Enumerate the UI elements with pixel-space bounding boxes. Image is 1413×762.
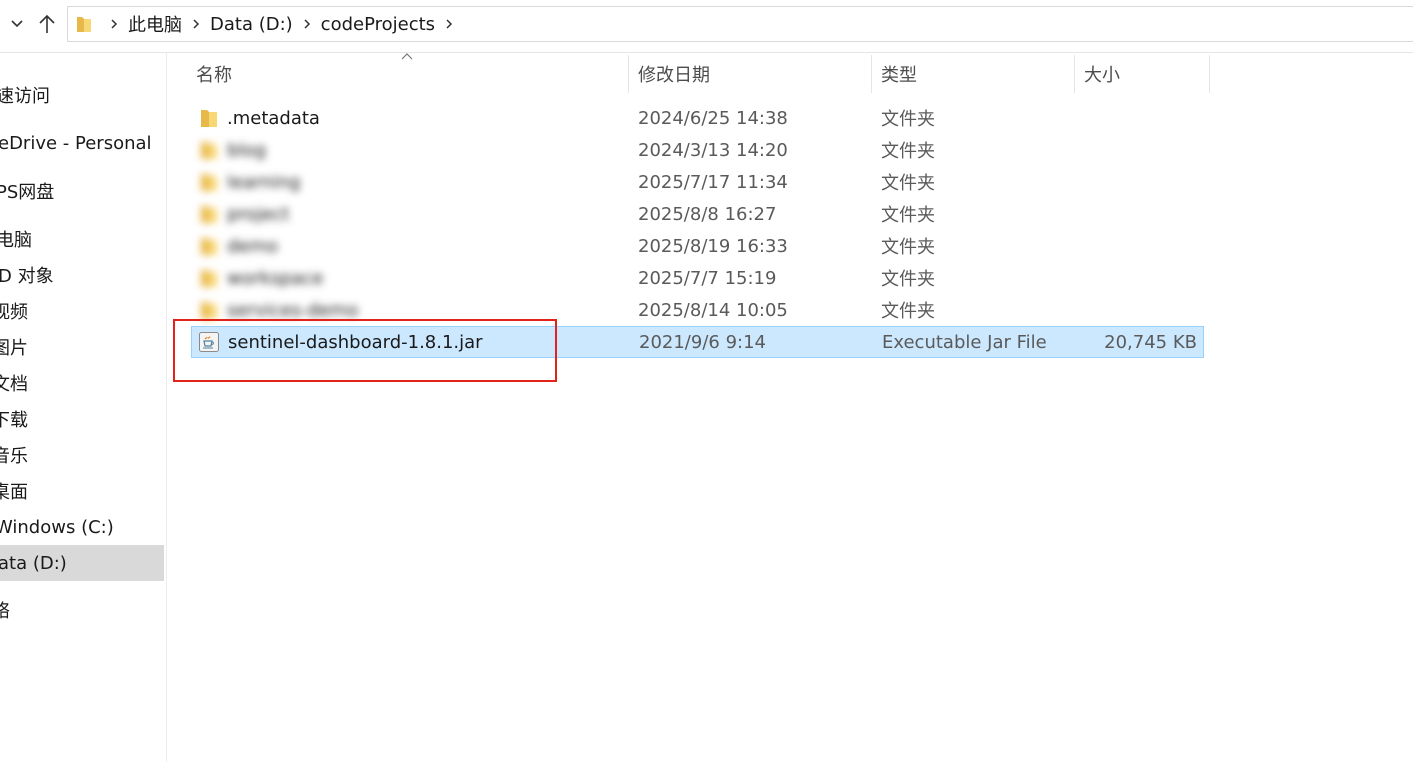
sidebar-item-downloads[interactable]: 下载 xyxy=(0,403,164,435)
sidebar-item-label: 速访问 xyxy=(0,86,50,107)
chevron-right-icon[interactable] xyxy=(439,14,459,34)
file-type: Executable Jar File xyxy=(882,331,1047,353)
sidebar-item-music[interactable]: 音乐 xyxy=(0,439,164,471)
column-header-label: 大小 xyxy=(1084,65,1120,86)
sidebar-item-network[interactable]: 络 xyxy=(0,594,164,626)
sidebar-item-quick-access[interactable]: 速访问 xyxy=(0,79,164,111)
column-resize-handle[interactable] xyxy=(628,55,629,93)
list-item[interactable]: blog 2024/3/13 14:20 文件夹 xyxy=(191,134,1204,166)
column-resize-handle[interactable] xyxy=(1209,55,1210,93)
sidebar-item-label: 下载 xyxy=(0,410,28,431)
sidebar-item-label: 视频 xyxy=(0,302,28,323)
file-date: 2025/7/17 11:34 xyxy=(638,171,788,193)
sidebar-item-label: 电脑 xyxy=(0,230,32,251)
sidebar-item-videos[interactable]: 视频 xyxy=(0,295,164,327)
list-item[interactable]: .metadata 2024/6/25 14:38 文件夹 xyxy=(191,102,1204,134)
column-header-label: 名称 xyxy=(196,65,232,86)
sidebar-item-label: 络 xyxy=(0,601,10,622)
chevron-right-icon[interactable] xyxy=(186,14,206,34)
file-date: 2025/8/8 16:27 xyxy=(638,203,777,225)
list-item[interactable]: learning 2025/7/17 11:34 文件夹 xyxy=(191,166,1204,198)
file-name: services-demo xyxy=(227,299,359,321)
sidebar-item-label: D 对象 xyxy=(0,266,54,287)
file-name: demo xyxy=(227,235,279,257)
sidebar-item-documents[interactable]: 文档 xyxy=(0,367,164,399)
folder-icon xyxy=(201,110,217,127)
list-item[interactable]: services-demo 2025/8/14 10:05 文件夹 xyxy=(191,294,1204,326)
address-bar[interactable]: 此电脑 Data (D:) codeProjects xyxy=(67,6,1413,42)
file-name: .metadata xyxy=(227,107,320,129)
file-type: 文件夹 xyxy=(881,301,935,322)
sidebar-item-label: 音乐 xyxy=(0,446,28,467)
folder-icon xyxy=(201,142,217,159)
sidebar-item-this-pc[interactable]: 电脑 xyxy=(0,223,164,255)
column-header-size[interactable]: 大小 xyxy=(1084,55,1204,93)
column-header-name[interactable]: 名称 xyxy=(196,55,626,93)
file-type: 文件夹 xyxy=(881,269,935,290)
list-item[interactable]: project 2025/8/8 16:27 文件夹 xyxy=(191,198,1204,230)
pane-divider[interactable] xyxy=(166,53,167,762)
file-date: 2025/7/7 15:19 xyxy=(638,267,777,289)
column-resize-handle[interactable] xyxy=(1074,55,1075,93)
sidebar-item-label: ata (D:) xyxy=(0,552,67,574)
file-name: sentinel-dashboard-1.8.1.jar xyxy=(228,331,483,353)
file-name: workspace xyxy=(227,267,324,289)
file-size: 20,745 KB xyxy=(1104,331,1197,353)
chevron-right-icon[interactable] xyxy=(104,14,124,34)
file-type: 文件夹 xyxy=(881,173,935,194)
sidebar-item-label: eDrive - Personal xyxy=(0,132,152,154)
folder-icon xyxy=(201,302,217,319)
sidebar-item-desktop[interactable]: 桌面 xyxy=(0,475,164,507)
up-button[interactable] xyxy=(34,7,60,41)
list-item[interactable]: workspace 2025/7/7 15:19 文件夹 xyxy=(191,262,1204,294)
recent-locations-button[interactable] xyxy=(4,7,30,41)
file-name: learning xyxy=(227,171,301,193)
column-header-label: 修改日期 xyxy=(638,65,710,86)
folder-icon xyxy=(77,17,91,32)
file-date: 2025/8/14 10:05 xyxy=(638,299,788,321)
file-date: 2024/3/13 14:20 xyxy=(638,139,788,161)
folder-icon xyxy=(201,206,217,223)
file-type: 文件夹 xyxy=(881,109,935,130)
breadcrumb-data-d[interactable]: Data (D:) xyxy=(210,14,293,35)
sidebar-item-onedrive[interactable]: eDrive - Personal xyxy=(0,127,164,159)
file-name: blog xyxy=(227,139,266,161)
file-explorer-window: 此电脑 Data (D:) codeProjects 速访问 eDrive - … xyxy=(0,0,1413,762)
chevron-right-icon[interactable] xyxy=(297,14,317,34)
column-resize-handle[interactable] xyxy=(871,55,872,93)
list-item-selected[interactable]: sentinel-dashboard-1.8.1.jar 2021/9/6 9:… xyxy=(191,326,1204,358)
file-date: 2025/8/19 16:33 xyxy=(638,235,788,257)
sidebar-item-windows-c[interactable]: Windows (C:) xyxy=(0,511,164,543)
sidebar-item-label: 桌面 xyxy=(0,482,28,503)
folder-icon xyxy=(201,270,217,287)
sidebar-item-wps-drive[interactable]: PS网盘 xyxy=(0,175,164,207)
breadcrumb-codeprojects[interactable]: codeProjects xyxy=(321,14,435,35)
folder-icon xyxy=(201,238,217,255)
sidebar-item-3d-objects[interactable]: D 对象 xyxy=(0,259,164,291)
folder-icon xyxy=(201,174,217,191)
file-date: 2024/6/25 14:38 xyxy=(638,107,788,129)
file-type: 文件夹 xyxy=(881,205,935,226)
navigation-pane: 速访问 eDrive - Personal PS网盘 电脑 D 对象 视频 图片… xyxy=(0,53,166,762)
sidebar-item-label: PS网盘 xyxy=(0,182,55,203)
java-jar-icon xyxy=(199,332,219,352)
sidebar-item-data-d[interactable]: ata (D:) xyxy=(0,545,164,581)
chevron-down-icon xyxy=(11,20,23,28)
column-header-date[interactable]: 修改日期 xyxy=(638,55,868,93)
sidebar-item-label: 文档 xyxy=(0,374,28,395)
column-header-type[interactable]: 类型 xyxy=(881,55,1071,93)
file-type: 文件夹 xyxy=(881,141,935,162)
arrow-up-icon xyxy=(39,14,55,33)
list-item[interactable]: demo 2025/8/19 16:33 文件夹 xyxy=(191,230,1204,262)
file-name: project xyxy=(227,203,290,225)
sidebar-item-pictures[interactable]: 图片 xyxy=(0,331,164,363)
sidebar-item-label: 图片 xyxy=(0,338,28,359)
file-type: 文件夹 xyxy=(881,237,935,258)
column-header-label: 类型 xyxy=(881,65,917,86)
sidebar-item-label: Windows (C:) xyxy=(0,516,114,538)
toolbar-divider xyxy=(0,52,1413,53)
file-date: 2021/9/6 9:14 xyxy=(639,331,766,353)
breadcrumb-this-pc[interactable]: 此电脑 xyxy=(128,11,182,37)
